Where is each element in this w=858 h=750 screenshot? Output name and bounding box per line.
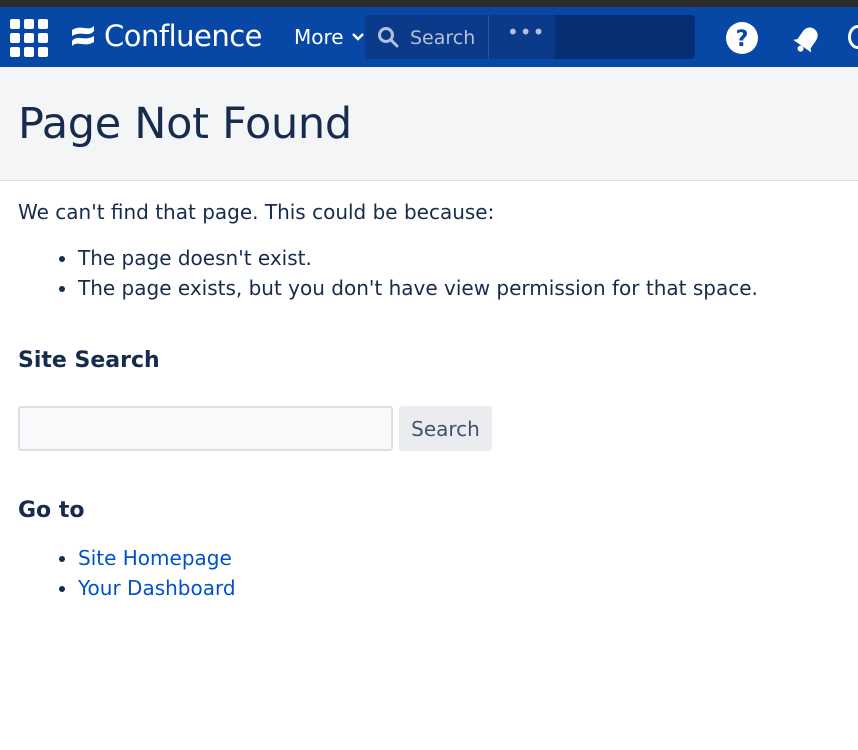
- search-divider: [488, 15, 489, 59]
- site-search-heading: Site Search: [18, 348, 160, 373]
- intro-text: We can't find that page. This could be b…: [18, 200, 495, 224]
- logo-text: Confluence: [104, 19, 263, 53]
- reasons-list: The page doesn't exist. The page exists,…: [45, 243, 758, 303]
- site-search-button[interactable]: Search: [399, 406, 492, 451]
- your-dashboard-link[interactable]: Your Dashboard: [78, 576, 236, 600]
- global-search-box[interactable]: Search •••: [365, 15, 695, 59]
- list-item: Site Homepage: [78, 543, 236, 573]
- search-icon: [378, 27, 399, 48]
- confluence-logo[interactable]: Confluence: [70, 18, 263, 54]
- window-top-strip: [0, 0, 858, 7]
- search-placeholder: Search: [410, 27, 476, 49]
- site-homepage-link[interactable]: Site Homepage: [78, 546, 232, 570]
- page-title: Page Not Found: [18, 99, 352, 149]
- help-icon[interactable]: ?: [726, 22, 758, 54]
- list-item: Your Dashboard: [78, 573, 236, 603]
- app-switcher-grid-icon[interactable]: [10, 19, 48, 57]
- site-search-input[interactable]: [18, 406, 393, 451]
- search-extension-area: [555, 15, 695, 59]
- profile-avatar-icon[interactable]: [848, 25, 858, 49]
- more-actions-ellipsis-icon[interactable]: •••: [507, 20, 545, 44]
- goto-heading: Go to: [18, 498, 85, 523]
- confluence-logo-icon: [72, 26, 94, 46]
- goto-links-list: Site Homepage Your Dashboard: [45, 543, 236, 603]
- more-label: More: [294, 25, 344, 49]
- list-item: The page exists, but you don't have view…: [78, 273, 758, 303]
- page-header: Page Not Found: [0, 67, 858, 181]
- notifications-bell-icon[interactable]: [791, 21, 825, 55]
- list-item: The page doesn't exist.: [78, 243, 758, 273]
- svg-text:?: ?: [736, 27, 749, 52]
- top-navigation-bar: Confluence More Search ••• ?: [0, 7, 858, 67]
- more-menu[interactable]: More: [294, 25, 364, 49]
- chevron-down-icon: [351, 33, 364, 41]
